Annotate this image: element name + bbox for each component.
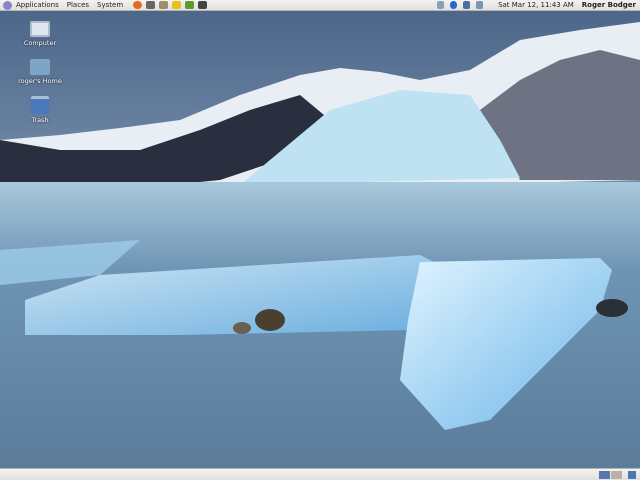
top-panel: Applications Places System Sat Mar 12, 1… [0,0,640,11]
desktop-wallpaper [0,0,640,480]
screenshot-icon[interactable] [146,1,156,9]
home-folder-icon [30,59,50,75]
desktop-icon-label: roger's Home [18,77,62,85]
menu-applications[interactable]: Applications [12,1,63,9]
workspace-2[interactable] [611,471,622,479]
clock[interactable]: Sat Mar 12, 11:43 AM [498,1,574,9]
desktop-icon-trash[interactable]: Trash [12,96,68,124]
network-signal-icon[interactable] [463,1,471,9]
firefox-icon[interactable] [133,1,143,9]
gnome-foot-icon[interactable] [3,0,12,10]
user-switcher[interactable]: Roger Bodger [582,1,636,9]
workspace-1[interactable] [599,471,610,479]
trash-applet-icon[interactable] [628,471,636,479]
trash-icon [31,96,49,114]
menu-system[interactable]: System [93,1,127,9]
network-tools-icon[interactable] [159,1,169,9]
desktop-icon-label: Computer [23,39,57,47]
terminal-icon[interactable] [198,1,208,9]
desktop-icon-computer[interactable]: Computer [12,21,68,47]
text-editor-icon[interactable] [172,1,182,9]
bluetooth-icon[interactable] [450,1,458,9]
image-viewer-icon[interactable] [185,1,195,9]
desktop-icon-home[interactable]: roger's Home [12,59,68,85]
menu-places[interactable]: Places [63,1,93,9]
bottom-panel [0,468,640,480]
battery-icon[interactable] [476,1,484,9]
volume-icon[interactable] [437,1,445,9]
desktop-icon-label: Trash [31,116,49,124]
computer-icon [30,21,50,37]
